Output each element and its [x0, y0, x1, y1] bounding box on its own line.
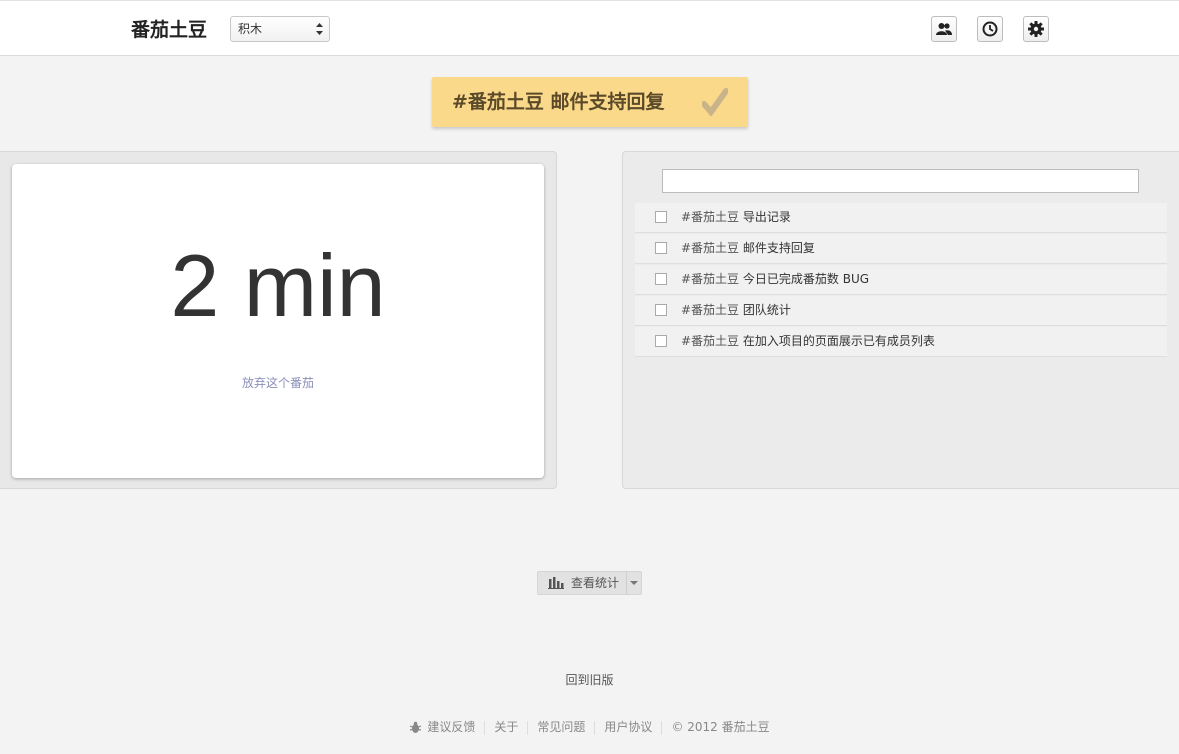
view-stats-button[interactable]: 查看统计 [537, 571, 642, 595]
task-tag: #番茄土豆 [681, 303, 740, 317]
task-row[interactable]: #番茄土豆 在加入项目的页面展示已有成员列表 [635, 327, 1167, 357]
gear-icon [1028, 21, 1044, 37]
top-header: 番茄土豆 积木 [0, 0, 1179, 56]
task-checkbox[interactable] [655, 211, 667, 223]
copyright: © 2012 番茄土豆 [671, 720, 770, 734]
stats-dropdown-toggle[interactable] [626, 572, 641, 594]
caret-down-icon [630, 581, 638, 585]
clock-icon [982, 21, 998, 37]
new-task-input[interactable] [662, 169, 1139, 193]
task-panel: #番茄土豆 导出记录 #番茄土豆 邮件支持回复 #番茄土豆 今日已完成番茄数 B… [622, 151, 1179, 489]
task-row[interactable]: #番茄土豆 今日已完成番茄数 BUG [635, 265, 1167, 295]
task-title: 团队统计 [742, 303, 791, 317]
task-title: 导出记录 [742, 210, 791, 224]
task-checkbox[interactable] [655, 273, 667, 285]
settings-button[interactable] [1023, 16, 1049, 42]
current-task-banner[interactable]: #番茄土豆 邮件支持回复 [432, 77, 748, 127]
footer-divider [661, 720, 663, 735]
bar-chart-icon [548, 577, 564, 589]
project-select-value: 积木 [238, 22, 263, 36]
task-title: 今日已完成番茄数 BUG [742, 272, 870, 286]
task-row[interactable]: #番茄土豆 导出记录 [635, 203, 1167, 233]
task-tag: #番茄土豆 [681, 210, 740, 224]
timer-value: 2 min [170, 236, 386, 335]
task-tag: #番茄土豆 [681, 272, 740, 286]
task-row[interactable]: #番茄土豆 邮件支持回复 [635, 234, 1167, 264]
team-button[interactable] [931, 16, 957, 42]
footer-divider [594, 720, 596, 735]
current-task-text: #番茄土豆 邮件支持回复 [452, 91, 665, 113]
abandon-tomato-link[interactable]: 放弃这个番茄 [12, 374, 544, 391]
timer-card: 2 min 放弃这个番茄 [12, 164, 544, 478]
terms-link[interactable]: 用户协议 [604, 720, 652, 734]
task-title: 在加入项目的页面展示已有成员列表 [742, 334, 935, 348]
timer-panel: 2 min 放弃这个番茄 [0, 151, 557, 489]
task-checkbox[interactable] [655, 335, 667, 347]
about-link[interactable]: 关于 [494, 720, 518, 734]
task-tag: #番茄土豆 [681, 334, 740, 348]
task-row[interactable]: #番茄土豆 团队统计 [635, 296, 1167, 326]
footer: 建议反馈 关于 常见问题 用户协议 © 2012 番茄土豆 [0, 718, 1179, 735]
history-button[interactable] [977, 16, 1003, 42]
bug-icon [410, 721, 422, 733]
old-version-link[interactable]: 回到旧版 [0, 671, 1179, 688]
task-title: 邮件支持回复 [742, 241, 815, 255]
feedback-link[interactable]: 建议反馈 [427, 720, 475, 734]
task-checkbox[interactable] [655, 304, 667, 316]
footer-divider [484, 720, 486, 735]
view-stats-label: 查看统计 [571, 576, 620, 590]
task-tag: #番茄土豆 [681, 241, 740, 255]
brand-logo[interactable]: 番茄土豆 [131, 15, 207, 42]
project-select[interactable]: 积木 [230, 16, 330, 42]
task-checkbox[interactable] [655, 242, 667, 254]
team-icon [936, 23, 952, 35]
select-arrows-icon [316, 23, 323, 35]
faq-link[interactable]: 常见问题 [537, 720, 585, 734]
footer-divider [527, 720, 529, 735]
checkmark-icon[interactable] [702, 88, 728, 116]
task-list: #番茄土豆 导出记录 #番茄土豆 邮件支持回复 #番茄土豆 今日已完成番茄数 B… [635, 203, 1167, 358]
